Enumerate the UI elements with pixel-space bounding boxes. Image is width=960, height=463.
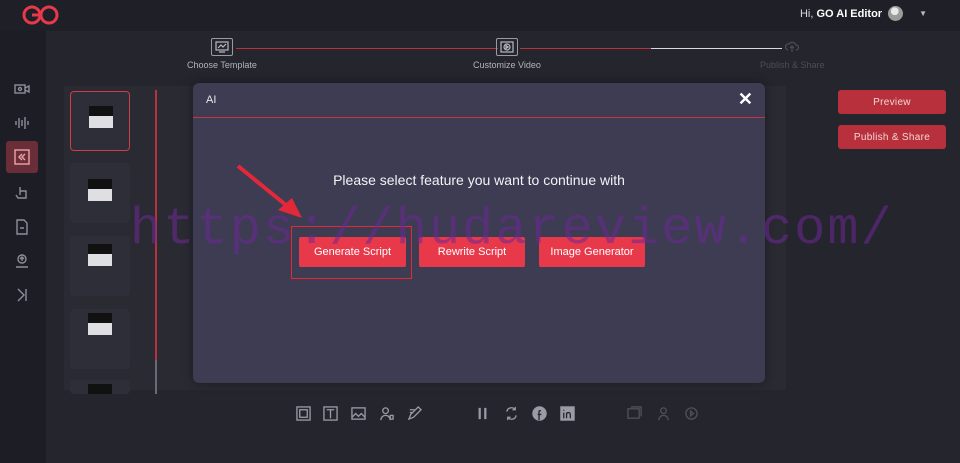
step-customize-video[interactable]: Customize Video bbox=[473, 38, 541, 70]
image-generator-button[interactable]: Image Generator bbox=[539, 237, 645, 267]
slide-thumbnail[interactable] bbox=[70, 236, 130, 296]
upload-icon[interactable] bbox=[6, 245, 38, 277]
slide-thumbnail[interactable] bbox=[70, 309, 130, 369]
annotation-arrow-icon bbox=[236, 164, 302, 218]
linkedin-icon[interactable] bbox=[559, 405, 575, 421]
chevron-down-icon[interactable]: ▼ bbox=[919, 9, 927, 18]
ai-modal: AI ✕ Please select feature you want to c… bbox=[193, 83, 765, 383]
step-label: Publish & Share bbox=[760, 60, 825, 70]
loop-icon[interactable] bbox=[503, 405, 519, 421]
rewrite-script-button[interactable]: Rewrite Script bbox=[419, 237, 525, 267]
user-menu[interactable]: Hi, GO AI Editor ▼ bbox=[800, 6, 927, 21]
step-publish-share[interactable]: Publish & Share bbox=[760, 38, 825, 70]
gallery-icon[interactable] bbox=[626, 405, 642, 421]
video-icon bbox=[495, 38, 518, 56]
preview-button[interactable]: Preview bbox=[838, 90, 946, 114]
skip-icon[interactable] bbox=[6, 279, 38, 311]
ai-icon[interactable] bbox=[295, 405, 311, 421]
modal-title: AI bbox=[206, 94, 217, 106]
slide-thumbnail[interactable] bbox=[70, 91, 130, 151]
edit-icon[interactable] bbox=[406, 405, 422, 421]
step-label: Customize Video bbox=[473, 60, 541, 70]
modal-header: AI ✕ bbox=[193, 83, 765, 118]
user-name: GO AI Editor bbox=[816, 7, 883, 20]
scrollbar-thumb[interactable] bbox=[155, 360, 157, 394]
template-icon bbox=[210, 38, 233, 56]
avatar[interactable] bbox=[888, 6, 904, 21]
hand-pointer-icon[interactable] bbox=[6, 177, 38, 209]
cloud-upload-icon bbox=[781, 38, 803, 56]
top-bar: Hi, GO AI Editor ▼ bbox=[0, 0, 960, 31]
stepper-remaining-line bbox=[520, 48, 782, 49]
play-circle-icon[interactable] bbox=[683, 405, 699, 421]
left-sidebar bbox=[0, 31, 46, 463]
collapse-icon[interactable] bbox=[6, 141, 38, 173]
step-label: Choose Template bbox=[187, 60, 257, 70]
go-logo-icon[interactable] bbox=[22, 4, 60, 26]
publish-share-button[interactable]: Publish & Share bbox=[838, 125, 946, 149]
image-icon[interactable] bbox=[350, 405, 366, 421]
avatar-icon[interactable] bbox=[378, 405, 394, 421]
close-icon[interactable]: ✕ bbox=[738, 90, 753, 108]
step-choose-template[interactable]: Choose Template bbox=[187, 38, 257, 70]
audio-wave-icon[interactable] bbox=[6, 107, 38, 139]
pause-icon[interactable] bbox=[474, 405, 490, 421]
generate-script-button[interactable]: Generate Script bbox=[299, 237, 406, 267]
scrollbar-track[interactable] bbox=[155, 90, 157, 360]
facebook-icon[interactable] bbox=[531, 405, 547, 421]
person-icon[interactable] bbox=[655, 405, 671, 421]
slide-thumbnail[interactable] bbox=[70, 163, 130, 223]
slide-thumbnail[interactable] bbox=[70, 380, 130, 394]
document-icon[interactable] bbox=[6, 211, 38, 243]
stepper-progress-line bbox=[236, 48, 498, 49]
video-camera-icon[interactable] bbox=[6, 73, 38, 105]
text-icon[interactable] bbox=[322, 405, 338, 421]
user-greeting: Hi, GO AI Editor bbox=[799, 7, 883, 20]
